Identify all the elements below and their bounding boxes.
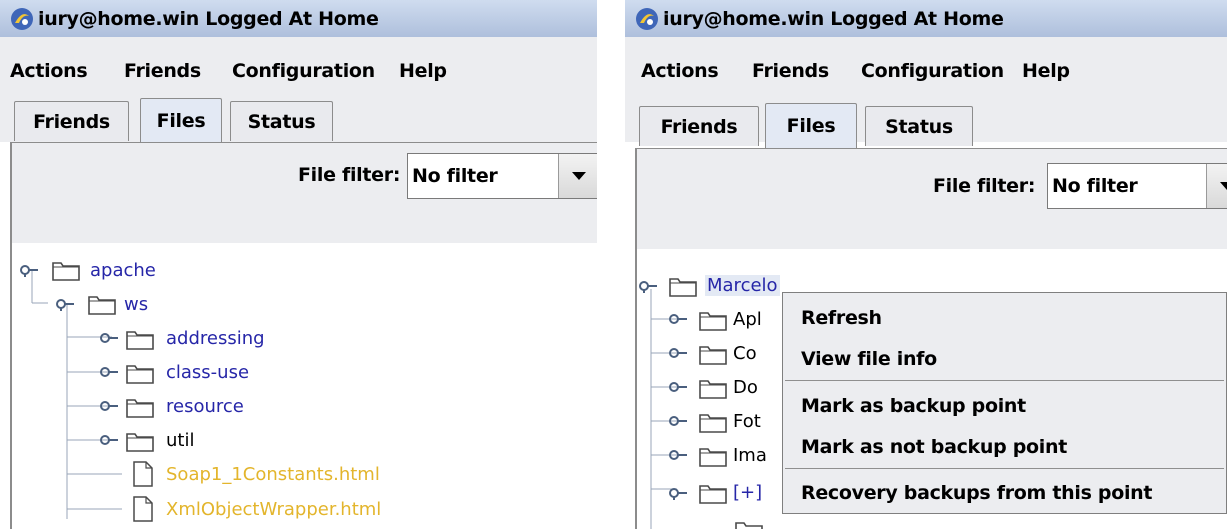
tree-handle-icon[interactable] — [667, 380, 689, 394]
folder-icon — [699, 485, 727, 504]
tree-node-resource[interactable]: resource — [166, 396, 244, 417]
tree-file-soap-constants[interactable]: Soap1_1Constants.html — [166, 464, 380, 485]
folder-icon — [699, 448, 727, 467]
tree-node-util[interactable]: util — [166, 430, 194, 451]
tab-row: Friends Files Status — [0, 97, 597, 143]
menu-separator — [785, 468, 1224, 469]
tree-node-ima[interactable]: Ima — [733, 445, 767, 466]
folder-icon — [699, 346, 727, 365]
folder-icon — [699, 380, 727, 399]
menu-mark-not-backup-point[interactable]: Mark as not backup point — [801, 436, 1067, 458]
tree-node-class-use[interactable]: class-use — [166, 362, 249, 383]
menu-friends[interactable]: Friends — [752, 60, 829, 82]
tree-handle-icon[interactable] — [667, 448, 689, 462]
tree-node-apl[interactable]: Apl — [733, 309, 762, 330]
folder-icon — [669, 278, 697, 297]
tree-node-ws[interactable]: ws — [124, 294, 148, 315]
java-duke-icon — [636, 7, 658, 30]
file-filter-value: No filter — [1052, 175, 1138, 197]
tree-lines — [31, 270, 122, 519]
file-icon — [133, 496, 153, 522]
folder-icon — [126, 365, 154, 384]
folder-icon — [126, 331, 154, 350]
tree-node-do[interactable]: Do — [733, 377, 758, 398]
tree-node-apache[interactable]: apache — [90, 260, 156, 281]
files-panel: File filter: No filter apache ws address… — [10, 143, 597, 529]
folder-icon — [126, 399, 154, 418]
java-duke-icon — [11, 7, 33, 30]
menu-actions[interactable]: Actions — [641, 60, 719, 82]
context-menu: Refresh View file info Mark as backup po… — [782, 292, 1227, 514]
tree-handle-icon[interactable] — [18, 263, 40, 277]
tree-handle-icon[interactable] — [667, 346, 689, 360]
tree-node-expand[interactable]: [+] — [733, 482, 762, 503]
dropdown-arrow-icon[interactable] — [1206, 164, 1227, 208]
tree-handle-icon[interactable] — [98, 433, 120, 447]
file-icon — [133, 461, 153, 487]
file-filter-combo[interactable]: No filter — [407, 153, 597, 199]
tab-friends[interactable]: Friends — [14, 101, 129, 141]
folder-icon — [735, 522, 763, 529]
file-filter-combo[interactable]: No filter — [1047, 163, 1227, 209]
tree-handle-icon[interactable] — [54, 297, 76, 311]
menu-help[interactable]: Help — [1022, 60, 1070, 82]
file-filter-label: File filter: — [933, 175, 1036, 197]
menu-refresh[interactable]: Refresh — [801, 307, 882, 329]
menu-actions[interactable]: Actions — [10, 60, 88, 82]
tree-handle-icon[interactable] — [667, 312, 689, 326]
tree-node-marcelo-selected[interactable]: Marcelo — [705, 275, 780, 296]
tab-row: Friends Files Status — [625, 97, 1227, 148]
tab-friends[interactable]: Friends — [639, 106, 759, 146]
tree-file-xml-object-wrapper[interactable]: XmlObjectWrapper.html — [166, 499, 381, 520]
tree-handle-icon[interactable] — [98, 399, 120, 413]
tab-files[interactable]: Files — [140, 98, 222, 143]
menu-help[interactable]: Help — [399, 60, 447, 82]
tab-status[interactable]: Status — [865, 106, 973, 146]
tree-handle-icon[interactable] — [637, 279, 659, 293]
tree-handle-icon[interactable] — [98, 365, 120, 379]
dropdown-arrow-icon[interactable] — [558, 154, 597, 198]
tree-node-addressing[interactable]: addressing — [166, 328, 265, 349]
menu-separator — [785, 380, 1224, 381]
title-bar[interactable]: iury@home.win Logged At Home — [625, 0, 1227, 37]
folder-icon — [88, 296, 116, 315]
window-title: iury@home.win Logged At Home — [38, 7, 379, 30]
left-window: iury@home.win Logged At Home Actions Fri… — [0, 0, 597, 529]
tree-handle-icon[interactable] — [98, 331, 120, 345]
menu-bar: Actions Friends Configuration Help — [625, 37, 1227, 97]
filter-area: File filter: No filter — [12, 143, 597, 243]
window-title: iury@home.win Logged At Home — [663, 7, 1004, 30]
menu-view-file-info[interactable]: View file info — [801, 348, 937, 370]
menu-friends[interactable]: Friends — [124, 60, 201, 82]
tab-files[interactable]: Files — [765, 103, 857, 148]
title-bar[interactable]: iury@home.win Logged At Home — [0, 0, 597, 37]
menu-recovery-backups[interactable]: Recovery backups from this point — [801, 482, 1152, 504]
tree-node-fot[interactable]: Fot — [733, 411, 761, 432]
filter-area: File filter: No filter — [637, 149, 1227, 249]
menu-configuration[interactable]: Configuration — [232, 60, 375, 82]
menu-configuration[interactable]: Configuration — [861, 60, 1004, 82]
tree-handle-icon[interactable] — [667, 486, 689, 500]
tree-node-co[interactable]: Co — [733, 343, 757, 364]
tab-status[interactable]: Status — [230, 101, 333, 141]
folder-icon — [699, 414, 727, 433]
tree-handle-icon[interactable] — [667, 414, 689, 428]
file-filter-value: No filter — [412, 165, 498, 187]
menu-bar: Actions Friends Configuration Help — [0, 37, 597, 97]
folder-icon — [52, 262, 80, 281]
file-filter-label: File filter: — [298, 164, 401, 186]
menu-mark-backup-point[interactable]: Mark as backup point — [801, 395, 1026, 417]
folder-icon — [699, 312, 727, 331]
folder-icon — [126, 433, 154, 452]
